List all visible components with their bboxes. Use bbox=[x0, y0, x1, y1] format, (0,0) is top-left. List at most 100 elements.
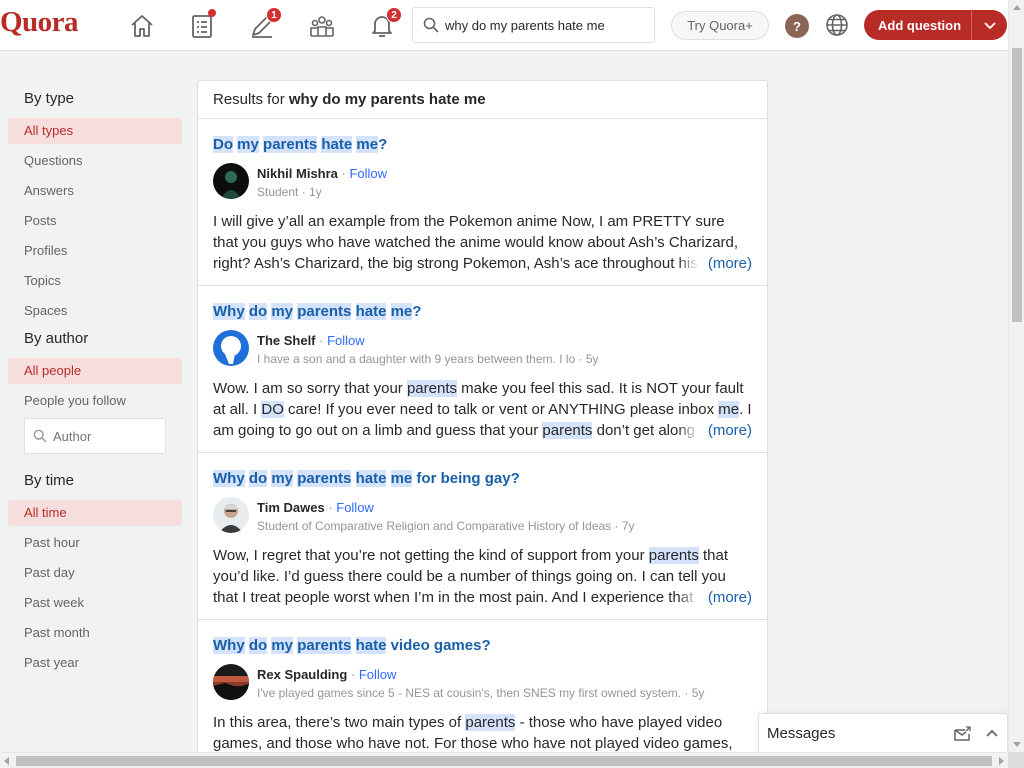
vertical-scroll-thumb[interactable] bbox=[1012, 48, 1022, 322]
messages-panel[interactable]: Messages bbox=[758, 713, 1008, 753]
filter-past-year[interactable]: Past year bbox=[8, 650, 182, 676]
title-text: ? bbox=[378, 136, 388, 153]
question-title-link[interactable]: Why do my parents hate me for being gay? bbox=[213, 469, 752, 491]
filter-questions[interactable]: Questions bbox=[8, 148, 182, 174]
answer-snippet[interactable]: Wow. I am so sorry that your parents mak… bbox=[213, 378, 752, 441]
highlighted-term: hate bbox=[355, 637, 387, 654]
language-globe-icon[interactable] bbox=[824, 12, 850, 38]
filter-profiles[interactable]: Profiles bbox=[8, 238, 182, 264]
filter-past-day[interactable]: Past day bbox=[8, 560, 182, 586]
snippet-text: In this area, there’s two main types of bbox=[213, 714, 466, 731]
filter-posts[interactable]: Posts bbox=[8, 208, 182, 234]
author-credential: Student · 1y bbox=[257, 185, 322, 199]
follow-link[interactable]: Follow bbox=[327, 333, 365, 348]
messages-label: Messages bbox=[767, 725, 836, 742]
chevron-up-icon[interactable] bbox=[977, 719, 1007, 749]
results-list: Do my parents hate me? Nikhil Mishra · Fo… bbox=[198, 119, 767, 768]
try-quora-plus-button[interactable]: Try Quora+ bbox=[671, 11, 769, 40]
author-info: Tim Dawes · Follow Student of Comparative… bbox=[257, 497, 635, 537]
author-info: Rex Spaulding · Follow I've played games … bbox=[257, 664, 704, 704]
author-name[interactable]: Rex Spaulding bbox=[257, 667, 347, 682]
scroll-up-arrow-icon[interactable] bbox=[1013, 5, 1021, 10]
search-input[interactable] bbox=[445, 17, 645, 33]
highlighted-term: me bbox=[390, 470, 413, 487]
vertical-scrollbar[interactable] bbox=[1008, 0, 1024, 752]
separator-dot: · bbox=[337, 166, 350, 181]
question-title-link[interactable]: Do my parents hate me? bbox=[213, 135, 752, 157]
scroll-right-arrow-icon[interactable] bbox=[999, 757, 1004, 765]
filter-all-types[interactable]: All types bbox=[8, 118, 182, 144]
separator-dot: · bbox=[324, 500, 337, 515]
highlighted-term: do bbox=[248, 303, 268, 320]
highlighted-term: DO bbox=[261, 401, 284, 418]
help-icon[interactable]: ? bbox=[785, 14, 809, 38]
more-link[interactable]: (more) bbox=[677, 253, 752, 274]
question-title-link[interactable]: Why do my parents hate me? bbox=[213, 302, 752, 324]
filter-past-hour[interactable]: Past hour bbox=[8, 530, 182, 556]
add-question-button[interactable]: Add question bbox=[864, 10, 1007, 40]
notifications-icon[interactable]: 2 bbox=[362, 7, 402, 44]
highlighted-term: parents bbox=[297, 470, 352, 487]
new-message-icon[interactable] bbox=[947, 719, 977, 749]
author-row: Nikhil Mishra · Follow Student · 1y bbox=[213, 163, 752, 203]
search-icon bbox=[33, 429, 47, 443]
answer-snippet[interactable]: I will give y’all an example from the Po… bbox=[213, 211, 752, 274]
result-card: Why do my parents hate me? The Shelf · Fo… bbox=[198, 286, 767, 453]
avatar[interactable] bbox=[213, 497, 249, 533]
more-link[interactable]: (more) bbox=[677, 420, 752, 441]
title-text bbox=[386, 470, 390, 487]
highlighted-term: parents bbox=[263, 136, 318, 153]
highlighted-term: parents bbox=[406, 380, 457, 397]
author-row: Rex Spaulding · Follow I've played games … bbox=[213, 664, 752, 704]
more-link[interactable]: (more) bbox=[677, 587, 752, 608]
answer-icon[interactable]: 1 bbox=[242, 7, 282, 44]
filter-topics[interactable]: Topics bbox=[8, 268, 182, 294]
quora-logo[interactable]: Quora bbox=[0, 6, 79, 39]
filter-people-you-follow[interactable]: People you follow bbox=[8, 388, 182, 414]
author-name[interactable]: Nikhil Mishra bbox=[257, 166, 338, 181]
filter-all-time[interactable]: All time bbox=[8, 500, 182, 526]
horizontal-scrollbar[interactable] bbox=[0, 752, 1008, 768]
highlighted-term: Do bbox=[213, 136, 233, 153]
author-input[interactable] bbox=[53, 428, 153, 444]
highlighted-term: my bbox=[237, 136, 259, 153]
scroll-left-arrow-icon[interactable] bbox=[4, 757, 9, 765]
following-icon[interactable] bbox=[182, 8, 222, 44]
search-box[interactable] bbox=[412, 7, 655, 43]
author-credential: I have a son and a daughter with 9 years… bbox=[257, 352, 599, 366]
highlighted-term: parents bbox=[648, 547, 699, 564]
top-header: Quora 1 2 Try Quora+ ? Add question bbox=[0, 0, 1008, 51]
horizontal-scroll-thumb[interactable] bbox=[16, 756, 992, 766]
avatar[interactable] bbox=[213, 664, 249, 700]
author-search-box[interactable] bbox=[24, 418, 166, 454]
filter-past-month[interactable]: Past month bbox=[8, 620, 182, 646]
highlighted-term: parents bbox=[297, 303, 352, 320]
filter-past-week[interactable]: Past week bbox=[8, 590, 182, 616]
title-text bbox=[386, 303, 390, 320]
follow-link[interactable]: Follow bbox=[336, 500, 374, 515]
scroll-down-arrow-icon[interactable] bbox=[1013, 742, 1021, 747]
avatar[interactable] bbox=[213, 163, 249, 199]
snippet-text: Wow. I am so sorry that your bbox=[213, 380, 407, 397]
avatar[interactable] bbox=[213, 330, 249, 366]
following-dot-badge bbox=[208, 9, 216, 17]
highlighted-term: do bbox=[248, 637, 268, 654]
filter-all-people[interactable]: All people bbox=[8, 358, 182, 384]
author-row: Tim Dawes · Follow Student of Comparative… bbox=[213, 497, 752, 537]
follow-link[interactable]: Follow bbox=[359, 667, 397, 682]
follow-link[interactable]: Follow bbox=[349, 166, 387, 181]
highlighted-term: hate bbox=[355, 303, 387, 320]
author-name[interactable]: The Shelf bbox=[257, 333, 316, 348]
author-info: Nikhil Mishra · Follow Student · 1y bbox=[257, 163, 387, 203]
spaces-icon[interactable] bbox=[302, 8, 342, 44]
question-title-link[interactable]: Why do my parents hate video games? bbox=[213, 636, 752, 658]
filter-answers[interactable]: Answers bbox=[8, 178, 182, 204]
answer-badge: 1 bbox=[266, 7, 282, 23]
highlighted-term: me bbox=[718, 401, 740, 418]
answer-snippet[interactable]: Wow, I regret that you’re not getting th… bbox=[213, 545, 752, 608]
chevron-down-icon[interactable] bbox=[972, 18, 1007, 32]
author-name[interactable]: Tim Dawes bbox=[257, 500, 325, 515]
highlighted-term: Why bbox=[213, 303, 245, 320]
home-icon[interactable] bbox=[122, 8, 162, 44]
highlighted-term: me bbox=[356, 136, 379, 153]
